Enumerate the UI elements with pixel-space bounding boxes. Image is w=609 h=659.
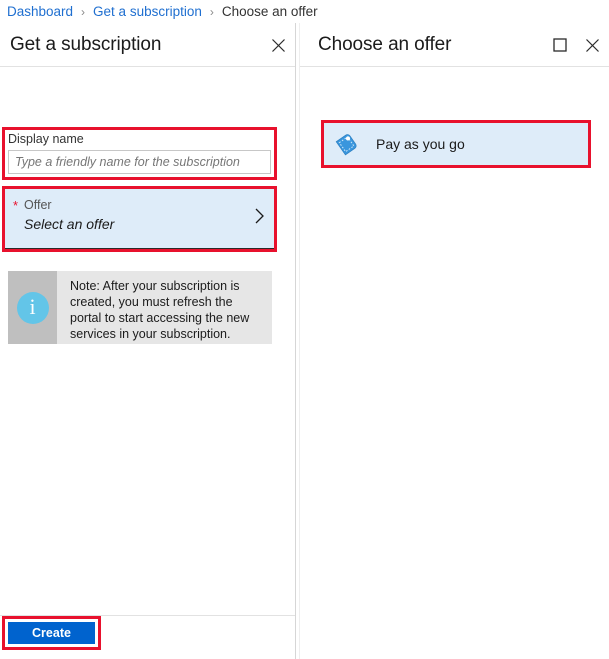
maximize-icon[interactable] [551, 36, 569, 54]
left-panel-header: Get a subscription [0, 23, 295, 67]
offer-selector[interactable]: * Offer Select an offer [5, 189, 274, 249]
breadcrumb-separator-icon: › [81, 4, 86, 19]
required-marker: * [13, 198, 19, 213]
close-icon[interactable] [269, 36, 287, 54]
get-a-subscription-blade: Get a subscription Display name * Offer … [0, 23, 296, 659]
choose-an-offer-blade: Choose an offer Pay as you go [299, 23, 609, 659]
breadcrumb-item-dashboard[interactable]: Dashboard [7, 4, 73, 19]
display-name-label: Display name [8, 132, 84, 146]
price-tag-icon [332, 129, 362, 159]
info-note-text: Note: After your subscription is created… [70, 279, 250, 341]
right-panel-body: Pay as you go [300, 67, 609, 657]
offer-option-pay-as-you-go[interactable]: Pay as you go [324, 123, 588, 165]
left-panel-header-actions [269, 23, 287, 67]
breadcrumb-separator-icon: › [209, 4, 214, 19]
right-panel-header: Choose an offer [300, 23, 609, 67]
right-panel-title: Choose an offer [318, 33, 452, 55]
create-button[interactable]: Create [8, 622, 95, 644]
info-icon: i [16, 291, 49, 324]
display-name-input[interactable] [8, 150, 271, 174]
breadcrumb: Dashboard › Get a subscription › Choose … [0, 0, 609, 23]
info-note: i Note: After your subscription is creat… [8, 271, 272, 344]
close-icon[interactable] [583, 36, 601, 54]
chevron-right-icon [254, 207, 265, 228]
breadcrumb-item-choose-an-offer: Choose an offer [221, 4, 318, 19]
breadcrumb-item-get-a-subscription[interactable]: Get a subscription [93, 4, 202, 19]
left-panel-footer: Create [0, 615, 295, 659]
offer-label: Offer [24, 198, 52, 212]
left-panel-body: Display name * Offer Select an offer i N… [0, 67, 295, 637]
display-name-field-group: Display name [8, 132, 271, 174]
right-panel-header-actions [551, 23, 601, 67]
page-title: Get a subscription [10, 33, 162, 55]
offer-value: Select an offer [24, 216, 115, 232]
info-note-icon-column: i [8, 271, 57, 344]
offer-option-label: Pay as you go [376, 136, 465, 152]
